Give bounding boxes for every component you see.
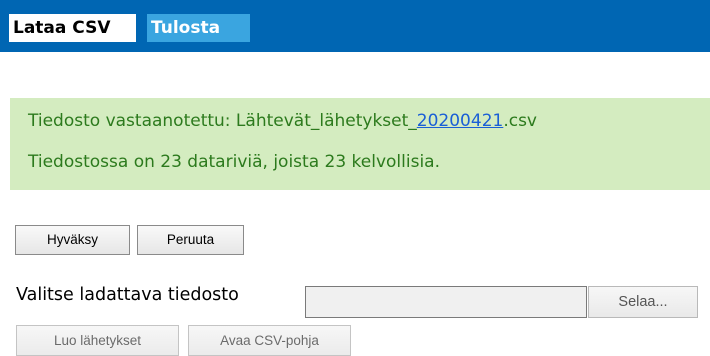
browse-button[interactable]: Selaa... (588, 286, 698, 318)
file-select-label: Valitse ladattava tiedosto (16, 285, 239, 305)
upload-success-notice: Tiedosto vastaanotettu: Lähtevät_lähetyk… (10, 98, 710, 190)
file-path-input[interactable] (305, 286, 587, 318)
open-csv-template-button[interactable]: Avaa CSV-pohja (188, 325, 351, 356)
tab-tulosta[interactable]: Tulosta (147, 14, 250, 42)
received-file-message: Tiedosto vastaanotettu: Lähtevät_lähetyk… (28, 111, 537, 131)
received-file-link[interactable]: 20200421 (417, 111, 504, 131)
accept-button[interactable]: Hyväksy (15, 225, 130, 255)
data-rows-summary: Tiedostossa on 23 datariviä, joista 23 k… (28, 152, 441, 172)
tab-lataa-csv[interactable]: Lataa CSV (9, 14, 136, 42)
received-file-prefix: Tiedosto vastaanotettu: Lähtevät_lähetyk… (28, 111, 417, 131)
top-navigation-bar: Lataa CSV Tulosta (0, 0, 710, 52)
received-file-suffix: .csv (503, 111, 537, 131)
create-shipments-button[interactable]: Luo lähetykset (16, 325, 179, 356)
cancel-button[interactable]: Peruuta (137, 225, 244, 255)
